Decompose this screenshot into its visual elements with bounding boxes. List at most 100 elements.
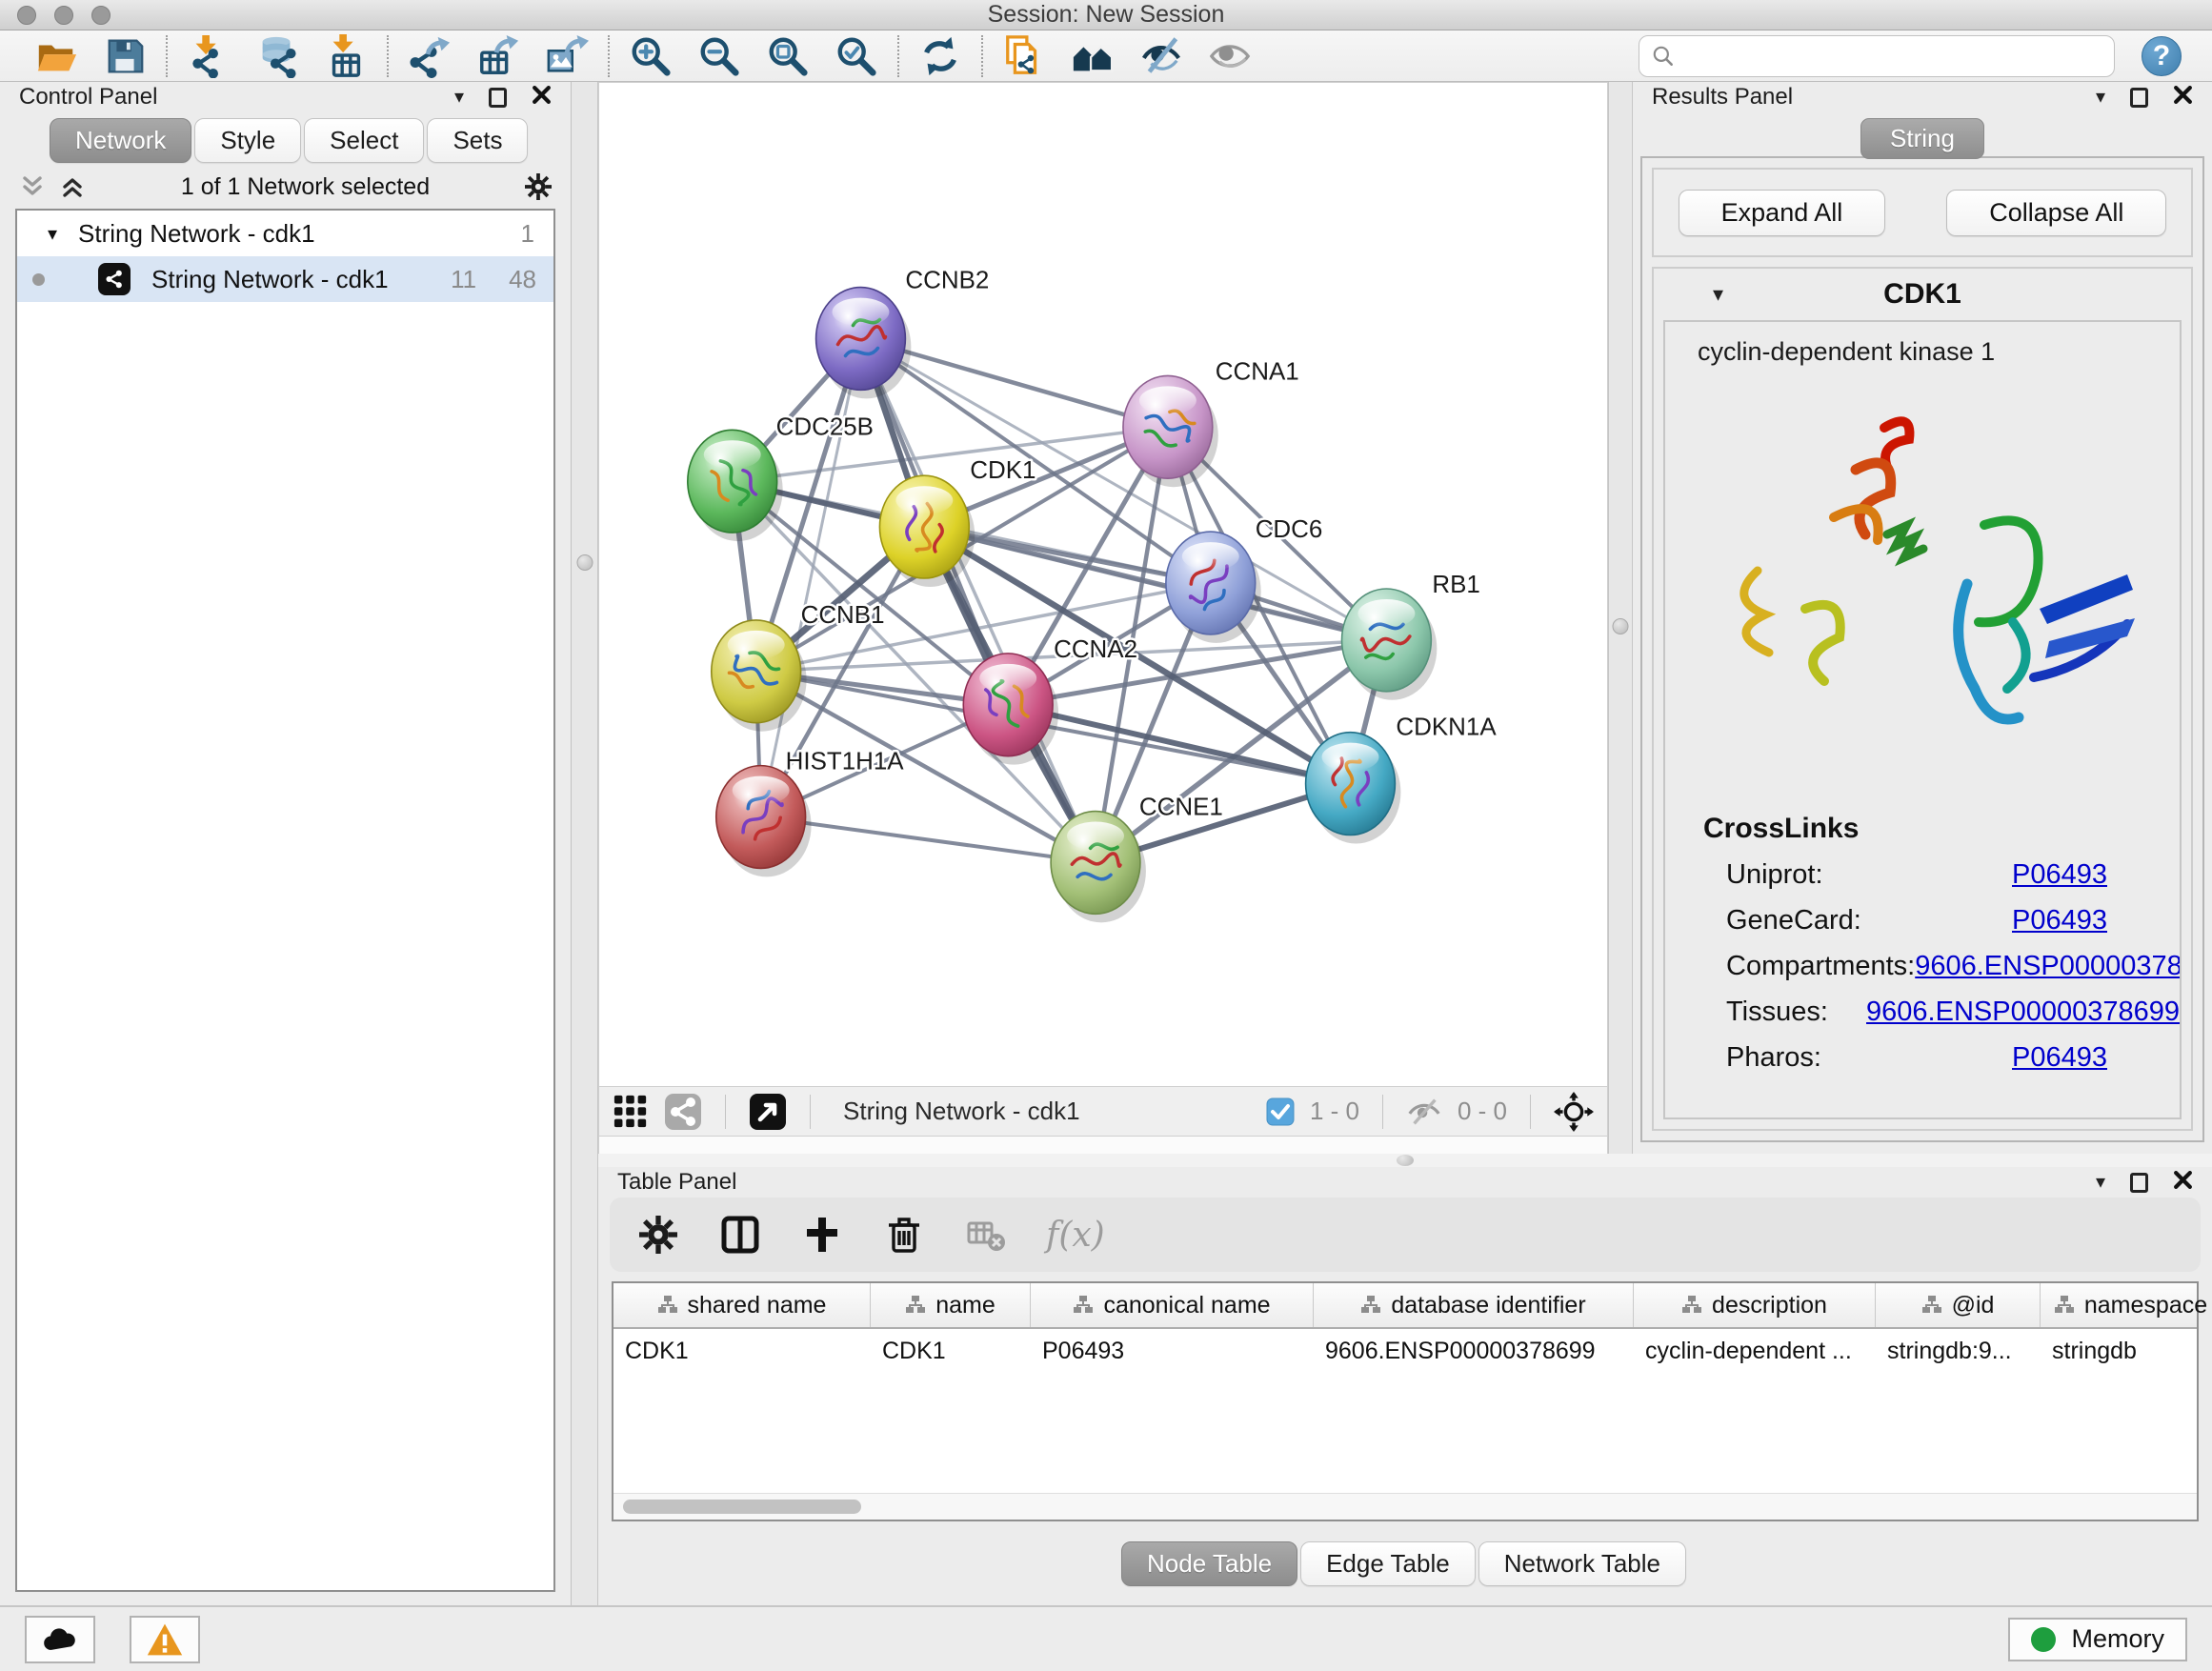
network-node-ccna1[interactable] [1123,375,1218,487]
crosslink-value[interactable]: 9606.ENSP00000378699 [1866,997,2180,1028]
table-cell[interactable]: cyclin-dependent ... [1634,1338,1876,1365]
zoom-in-button[interactable] [629,34,673,78]
selected-checkbox-icon[interactable] [1266,1097,1295,1126]
scrollbar-thumb[interactable] [623,1500,861,1514]
column-header[interactable]: namespace [2041,1283,2212,1327]
crosslink-value[interactable]: 9606.ENSP00000378699 [1915,951,2182,982]
hidden-eye-icon[interactable] [1406,1097,1442,1127]
right-splitter[interactable] [1608,82,1633,1154]
export-table-button[interactable] [476,34,520,78]
birdseye-icon[interactable] [749,1093,787,1131]
float-panel-icon[interactable] [2130,1173,2148,1193]
open-session-button[interactable] [34,34,78,78]
expand-all-button[interactable]: Expand All [1679,190,1886,236]
tab-string[interactable]: String [1860,118,1984,159]
gene-section-header[interactable]: ▾ CDK1 [1654,269,2191,320]
panel-menu-icon[interactable]: ▾ [454,88,464,107]
close-panel-icon[interactable] [2173,85,2193,110]
grid-icon[interactable] [613,1094,649,1130]
import-network-from-file-button[interactable] [187,34,231,78]
column-header[interactable]: description [1634,1283,1876,1327]
export-image-button[interactable] [545,34,589,78]
zoom-fit-button[interactable] [766,34,810,78]
search-input[interactable] [1676,38,2102,74]
network-node-cdkn1a[interactable] [1306,733,1401,844]
panel-menu-icon[interactable]: ▾ [2096,1173,2105,1192]
network-row[interactable]: String Network - cdk1 11 48 [17,256,553,302]
new-network-from-selection-button[interactable] [1002,34,1046,78]
show-columns-button[interactable] [718,1213,762,1257]
network-node-cdc25b[interactable] [688,430,783,541]
create-column-button[interactable] [800,1213,844,1257]
warnings-button[interactable] [130,1616,200,1663]
collapse-icon[interactable]: ▾ [1713,284,1723,305]
network-node-ccnb2[interactable] [816,288,912,399]
zoom-selected-button[interactable] [835,34,878,78]
tab-style[interactable]: Style [194,118,301,163]
table-cell[interactable]: CDK1 [871,1338,1031,1365]
hide-selection-button[interactable] [1139,34,1183,78]
tab-select[interactable]: Select [304,118,424,163]
table-cell[interactable]: stringdb:9... [1876,1338,2041,1365]
crosslink-value[interactable]: P06493 [2012,905,2107,936]
import-table-from-file-button[interactable] [324,34,368,78]
float-panel-icon[interactable] [489,88,507,108]
cloud-button[interactable] [25,1616,95,1663]
collapse-all-icon[interactable] [59,173,86,200]
network-node-ccne1[interactable] [1051,812,1146,923]
gear-icon[interactable] [525,173,552,200]
close-panel-icon[interactable] [532,85,552,110]
column-header[interactable]: @id [1876,1283,2041,1327]
collapse-all-button[interactable]: Collapse All [1946,190,2166,236]
splitter-grip[interactable] [576,554,593,571]
close-panel-icon[interactable] [2173,1170,2193,1195]
apply-preferred-layout-button[interactable] [918,34,962,78]
crosslink-value[interactable]: P06493 [2012,1042,2107,1074]
table-cell[interactable]: P06493 [1031,1338,1314,1365]
network-edge[interactable] [1008,705,1350,784]
crosshair-icon[interactable] [1554,1092,1594,1132]
network-node-cdc6[interactable] [1166,532,1261,643]
table-cell[interactable]: CDK1 [613,1338,871,1365]
tab-network-table[interactable]: Network Table [1478,1541,1686,1586]
tab-node-table[interactable]: Node Table [1121,1541,1297,1586]
network-canvas[interactable]: CCNB2CCNA1CDC25BCDK1CDC6RB1CCNB1CCNA2CDK… [598,82,1608,1087]
network-collection-row[interactable]: ▾ String Network - cdk1 1 [17,211,553,256]
help-button[interactable]: ? [2142,36,2182,76]
network-node-ccna2[interactable] [963,654,1058,765]
network-node-cdk1[interactable] [879,475,975,587]
first-neighbors-button[interactable] [1071,34,1115,78]
table-cell[interactable]: 9606.ENSP00000378699 [1314,1338,1634,1365]
splitter-grip[interactable] [1613,618,1629,634]
expand-all-icon[interactable] [19,173,46,200]
zoom-out-button[interactable] [697,34,741,78]
tab-sets[interactable]: Sets [427,118,528,163]
column-header[interactable]: canonical name [1031,1283,1314,1327]
network-node-hist1h1a[interactable] [716,766,812,877]
splitter-grip[interactable] [1397,1155,1414,1166]
import-network-from-database-button[interactable] [255,34,299,78]
delete-columns-button[interactable] [882,1213,926,1257]
save-session-button[interactable] [103,34,147,78]
network-node-rb1[interactable] [1342,589,1438,700]
show-all-button[interactable] [1208,34,1252,78]
float-panel-icon[interactable] [2130,88,2148,108]
collapse-icon[interactable]: ▾ [48,222,57,246]
table-hscrollbar[interactable] [613,1493,2197,1520]
network-edge[interactable] [761,338,861,816]
network-edge[interactable] [860,338,1096,862]
column-header[interactable]: database identifier [1314,1283,1634,1327]
crosslink-value[interactable]: P06493 [2012,859,2107,891]
panel-menu-icon[interactable]: ▾ [2096,88,2105,107]
memory-button[interactable]: Memory [2008,1618,2187,1661]
horizontal-splitter[interactable] [598,1154,2212,1167]
column-header[interactable]: name [871,1283,1031,1327]
table-cell[interactable]: stringdb [2041,1338,2212,1365]
table-row[interactable]: CDK1CDK1P064939606.ENSP00000378699cyclin… [613,1329,2197,1373]
share-badge-icon[interactable] [664,1093,702,1131]
table-settings-button[interactable] [636,1213,680,1257]
tab-edge-table[interactable]: Edge Table [1300,1541,1476,1586]
left-splitter[interactable] [572,82,598,1605]
export-network-button[interactable] [408,34,452,78]
tab-network[interactable]: Network [50,118,191,163]
